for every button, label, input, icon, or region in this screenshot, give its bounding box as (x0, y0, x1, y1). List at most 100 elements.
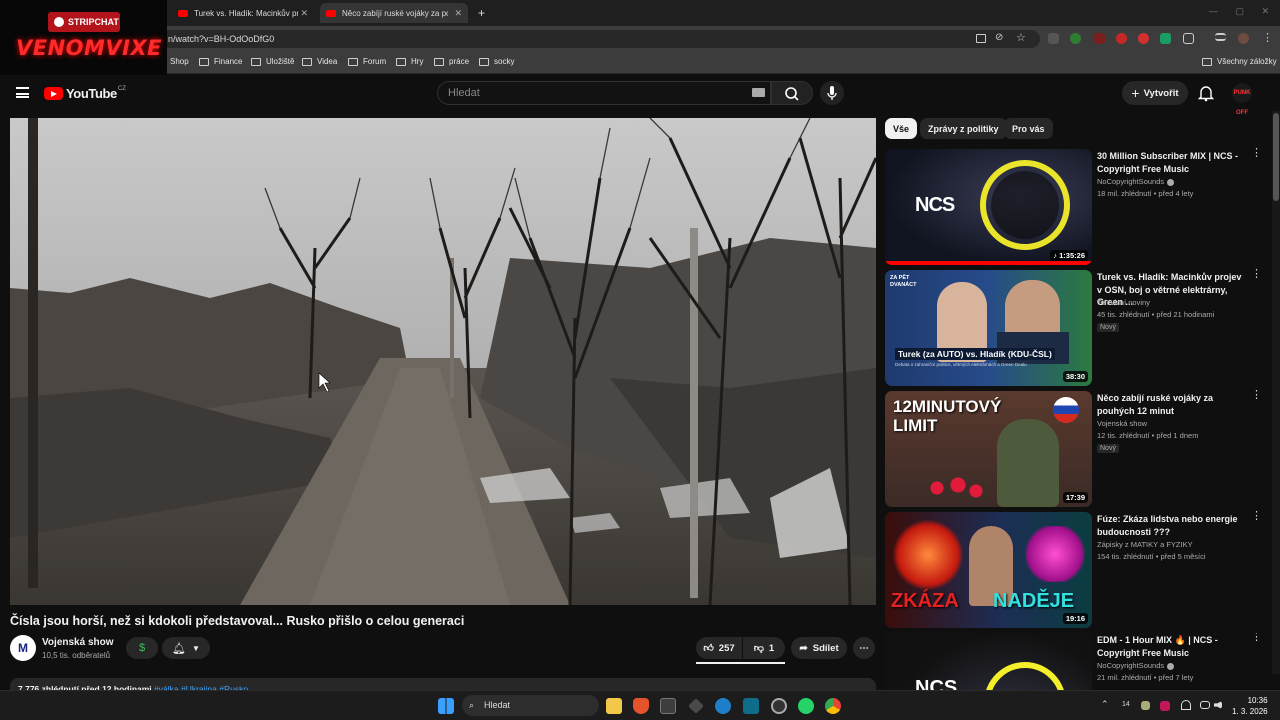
minimize-icon[interactable]: — (1209, 6, 1218, 17)
browser-tab-2[interactable]: Něco zabíjí ruské vojáky za pou ✕ (320, 3, 468, 23)
chip-for-you[interactable]: Pro vás (1004, 118, 1053, 139)
extensions-puzzle-icon[interactable] (1183, 33, 1194, 44)
whatsapp-icon[interactable] (798, 698, 814, 714)
taskbar-search[interactable]: ⌕ Hledat (462, 695, 599, 716)
bookmark-hry[interactable]: Hry (396, 57, 423, 66)
rec-title[interactable]: Fúze: Zkáza lidstva nebo energie budoucn… (1097, 513, 1247, 538)
voice-search-button[interactable] (820, 81, 844, 105)
reading-list-icon[interactable] (1215, 33, 1226, 41)
browser-tab-1[interactable]: Turek vs. Hladík: Macinkův proje ✕ (172, 3, 314, 23)
like-count: 257 (718, 642, 735, 654)
extension-dark-icon[interactable] (1094, 33, 1105, 44)
more-vertical-icon[interactable]: ⋮ (1251, 511, 1262, 528)
rec-channel[interactable]: Vojenská show (1097, 419, 1147, 428)
chrome-icon[interactable] (825, 698, 841, 714)
channel-avatar[interactable]: M (10, 635, 36, 661)
more-vertical-icon[interactable]: ⋮ (1251, 269, 1262, 286)
duration: 1:35:26 (1059, 251, 1085, 260)
extension-s-red-icon[interactable] (1138, 33, 1149, 44)
browser-menu-icon[interactable]: ⋮ (1262, 31, 1273, 44)
more-vertical-icon[interactable]: ⋮ (1251, 390, 1262, 407)
bookmark-prace[interactable]: práce (434, 57, 469, 66)
dislike-button[interactable]: 👎︎ 1 (743, 637, 785, 659)
bookmark-socky[interactable]: socky (479, 57, 514, 66)
menu-hamburger-icon[interactable] (16, 87, 29, 98)
scrollbar-thumb[interactable] (1273, 113, 1279, 201)
eye-off-icon[interactable]: ⊘ (995, 32, 1003, 43)
file-explorer-icon[interactable] (606, 698, 622, 714)
rec-title[interactable]: Něco zabíjí ruské vojáky za pouhých 12 m… (1097, 392, 1247, 417)
app-blue-icon[interactable] (715, 698, 731, 714)
recommended-video[interactable]: ZKÁZA NADĚJE 19:16 Fúze: Zkáza lidstva n… (885, 511, 1265, 630)
search-button[interactable] (771, 81, 813, 105)
rec-channel[interactable]: Televizní noviny (1097, 298, 1150, 307)
extension-red-icon[interactable] (1116, 33, 1127, 44)
new-badge: Nový (1097, 444, 1119, 453)
tray-volume-icon[interactable] (1214, 701, 1222, 709)
extension-s-green-icon[interactable] (1160, 33, 1171, 44)
address-bar[interactable]: n/watch?v=BH-OdOoDfG0 (160, 30, 1040, 48)
chip-politics-news[interactable]: Zprávy z politiky (920, 118, 1007, 139)
youtube-logo[interactable]: YouTube CZ (44, 86, 126, 101)
close-window-icon[interactable]: ✕ (1262, 6, 1270, 17)
tray-app-icon[interactable] (1141, 701, 1150, 710)
chip-all[interactable]: Vše (885, 118, 918, 139)
tray-red-icon[interactable] (1160, 701, 1170, 711)
brave-browser-icon[interactable] (633, 698, 649, 714)
recommended-video[interactable]: NCS ♪ 1:35:26 30 Million Subscriber MIX … (885, 148, 1265, 267)
rec-title[interactable]: EDM - 1 Hour MIX 🔥 | NCS - Copyright Fre… (1097, 634, 1247, 659)
video-thumbnail[interactable]: NCS (885, 633, 1092, 690)
video-thumbnail[interactable]: ZA PĚT DVANÁCT Turek (za AUTO) vs. Hladí… (885, 270, 1092, 386)
bookmark-star-icon[interactable]: ☆ (1016, 31, 1026, 44)
video-thumbnail[interactable]: ZKÁZA NADĚJE 19:16 (885, 512, 1092, 628)
windows-start-icon[interactable] (438, 698, 454, 714)
bookmark-finance[interactable]: Finance (199, 57, 242, 66)
like-button[interactable]: 👍︎ 257 (696, 637, 742, 659)
rec-channel[interactable]: Zápisky z MATIKY a FYZIKY (1097, 540, 1193, 549)
create-button[interactable]: + Vytvořit (1122, 81, 1188, 105)
whatsapp-alt-icon[interactable] (771, 698, 787, 714)
profile-avatar-icon[interactable] (1238, 33, 1249, 44)
bookmark-uloziste[interactable]: Uložiště (251, 57, 294, 66)
recommended-video[interactable]: 12MINUTOVÝ LIMIT 17:39 Něco zabíjí ruské… (885, 390, 1265, 509)
close-tab-icon[interactable]: ✕ (454, 8, 462, 19)
clock-date: 1. 3. 2026 (1232, 707, 1268, 716)
recommended-video[interactable]: NCS EDM - 1 Hour MIX 🔥 | NCS - Copyright… (885, 633, 1265, 690)
dislike-count: 1 (768, 642, 775, 654)
install-icon[interactable] (976, 34, 986, 43)
maximize-icon[interactable]: ▢ (1235, 6, 1244, 17)
close-tab-icon[interactable]: ✕ (300, 8, 308, 19)
extension-green-icon[interactable] (1070, 33, 1081, 44)
app-teal-icon[interactable] (743, 698, 759, 714)
keyboard-icon[interactable] (752, 88, 765, 97)
video-thumbnail[interactable]: 12MINUTOVÝ LIMIT 17:39 (885, 391, 1092, 507)
bookmark-videa[interactable]: Videa (302, 57, 337, 66)
rec-channel[interactable]: NoCopyrightSounds (1097, 177, 1175, 186)
account-avatar[interactable]: PUNK OFF (1232, 83, 1252, 116)
share-button[interactable]: ➦ Sdílet (791, 637, 847, 659)
bookmark-shop[interactable]: Shop (170, 57, 189, 66)
tray-chevron-up-icon[interactable]: ⌃ (1101, 699, 1109, 710)
extension-glasses-icon[interactable] (1048, 33, 1059, 44)
taskbar-clock[interactable]: 10:36 1. 3. 2026 (1232, 695, 1268, 717)
recommended-video[interactable]: ZA PĚT DVANÁCT Turek (za AUTO) vs. Hladí… (885, 269, 1265, 388)
join-button[interactable]: $ (126, 637, 158, 659)
video-player[interactable] (10, 118, 876, 605)
tray-wifi-icon[interactable] (1181, 700, 1191, 710)
new-tab-button[interactable]: + (472, 3, 491, 23)
all-bookmarks[interactable]: Všechny záložky (1202, 57, 1277, 66)
channel-name[interactable]: Vojenská show (42, 637, 114, 648)
tray-network-icon[interactable] (1200, 701, 1210, 709)
app-cube-icon[interactable] (688, 698, 704, 714)
subscribe-notification-button[interactable]: 🔔︎ ▼ (162, 637, 210, 659)
notifications-bell-icon[interactable] (1197, 84, 1215, 107)
more-vertical-icon[interactable]: ⋮ (1251, 633, 1262, 649)
calculator-icon[interactable] (660, 698, 676, 714)
more-actions-button[interactable]: ⋯ (853, 637, 875, 659)
rec-title[interactable]: 30 Million Subscriber MIX | NCS - Copyri… (1097, 150, 1247, 175)
more-vertical-icon[interactable]: ⋮ (1251, 148, 1262, 165)
search-input[interactable]: Hledat (437, 81, 771, 105)
video-thumbnail[interactable]: NCS ♪ 1:35:26 (885, 149, 1092, 265)
bookmark-forum[interactable]: Forum (348, 57, 386, 66)
rec-channel[interactable]: NoCopyrightSounds (1097, 661, 1175, 670)
